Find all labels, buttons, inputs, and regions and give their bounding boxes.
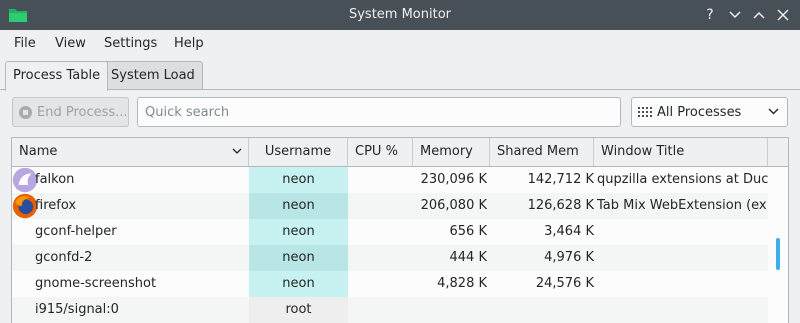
- column-label: Name: [19, 144, 58, 159]
- table-row[interactable]: gconfd-2 neon 444 K 4,976 K: [12, 245, 768, 271]
- process-username: neon: [249, 219, 348, 245]
- column-header-name[interactable]: Name: [12, 138, 249, 166]
- process-window-title: Tab Mix WebExtension (ex...: [597, 198, 768, 213]
- table-row[interactable]: falkon neon 230,096 K 142,712 K qupzilla…: [12, 167, 768, 193]
- filter-value: All Processes: [657, 104, 742, 120]
- end-process-label: End Process...: [37, 104, 128, 120]
- quick-search-input[interactable]: [137, 97, 621, 127]
- tab-divider: [0, 89, 800, 90]
- process-shared-mem: 142,712 K: [527, 172, 594, 187]
- process-name: falkon: [35, 172, 75, 187]
- column-header-memory[interactable]: Memory: [413, 138, 490, 166]
- process-username: neon: [249, 271, 348, 297]
- minimize-button[interactable]: [725, 5, 745, 25]
- close-icon: [777, 9, 789, 21]
- menu-view[interactable]: View: [55, 30, 86, 58]
- process-name: gconf-helper: [35, 224, 117, 239]
- process-table: Name Username CPU % Memory Shared Mem Wi…: [11, 137, 789, 323]
- window-title: System Monitor: [348, 7, 452, 22]
- help-button[interactable]: ?: [700, 5, 720, 25]
- chevron-down-icon: [768, 108, 779, 115]
- grid-icon: [638, 107, 652, 117]
- process-name: gnome-screenshot: [35, 276, 157, 291]
- process-username: neon: [249, 245, 348, 271]
- table-row[interactable]: gnome-screenshot neon 4,828 K 24,576 K: [12, 271, 768, 297]
- maximize-button[interactable]: [749, 5, 769, 25]
- menu-help[interactable]: Help: [174, 30, 204, 58]
- chevron-down-icon: [729, 11, 741, 19]
- stop-icon: [19, 105, 32, 119]
- process-name: gconfd-2: [35, 250, 93, 265]
- process-window-title: qupzilla extensions at Duc...: [597, 172, 768, 187]
- process-shared-mem: 126,628 K: [527, 198, 594, 213]
- column-header-cpu[interactable]: CPU %: [348, 138, 413, 166]
- process-name: firefox: [35, 198, 77, 213]
- process-shared-mem: 24,576 K: [535, 276, 594, 291]
- table-row[interactable]: firefox neon 206,080 K 126,628 K Tab Mix…: [12, 193, 768, 219]
- end-process-button[interactable]: End Process...: [12, 97, 129, 127]
- table-row[interactable]: gconf-helper neon 656 K 3,464 K: [12, 219, 768, 245]
- menu-file[interactable]: File: [14, 30, 36, 58]
- process-name: i915/signal:0: [35, 302, 119, 317]
- process-shared-mem: 4,976 K: [544, 250, 594, 265]
- process-username: neon: [249, 193, 348, 219]
- menu-settings[interactable]: Settings: [104, 30, 157, 58]
- tab-process-table[interactable]: Process Table: [5, 61, 109, 91]
- chevron-up-icon: [753, 11, 765, 19]
- tab-system-load[interactable]: System Load: [103, 61, 203, 90]
- table-header: Name Username CPU % Memory Shared Mem Wi…: [12, 138, 788, 167]
- column-header-shared-mem[interactable]: Shared Mem: [490, 138, 594, 166]
- column-header-window-title[interactable]: Window Title: [594, 138, 768, 166]
- close-button[interactable]: [773, 5, 793, 25]
- process-username: neon: [249, 167, 348, 193]
- process-username: root: [249, 297, 348, 323]
- tab-bar: Process Table System Load: [0, 58, 800, 91]
- menu-bar: File View Settings Help: [0, 30, 800, 58]
- title-bar: System Monitor ?: [0, 0, 800, 30]
- process-memory: 230,096 K: [420, 172, 487, 187]
- process-memory: 206,080 K: [420, 198, 487, 213]
- scrollbar-thumb[interactable]: [776, 238, 780, 270]
- process-memory: 444 K: [449, 250, 487, 265]
- process-shared-mem: 3,464 K: [544, 224, 594, 239]
- process-memory: 656 K: [449, 224, 487, 239]
- sort-chevron-icon: [232, 148, 242, 154]
- process-filter-select[interactable]: All Processes: [631, 97, 788, 127]
- table-row[interactable]: i915/signal:0 root: [12, 297, 768, 323]
- process-memory: 4,828 K: [437, 276, 487, 291]
- column-header-username[interactable]: Username: [249, 138, 348, 166]
- help-icon: ?: [706, 7, 714, 23]
